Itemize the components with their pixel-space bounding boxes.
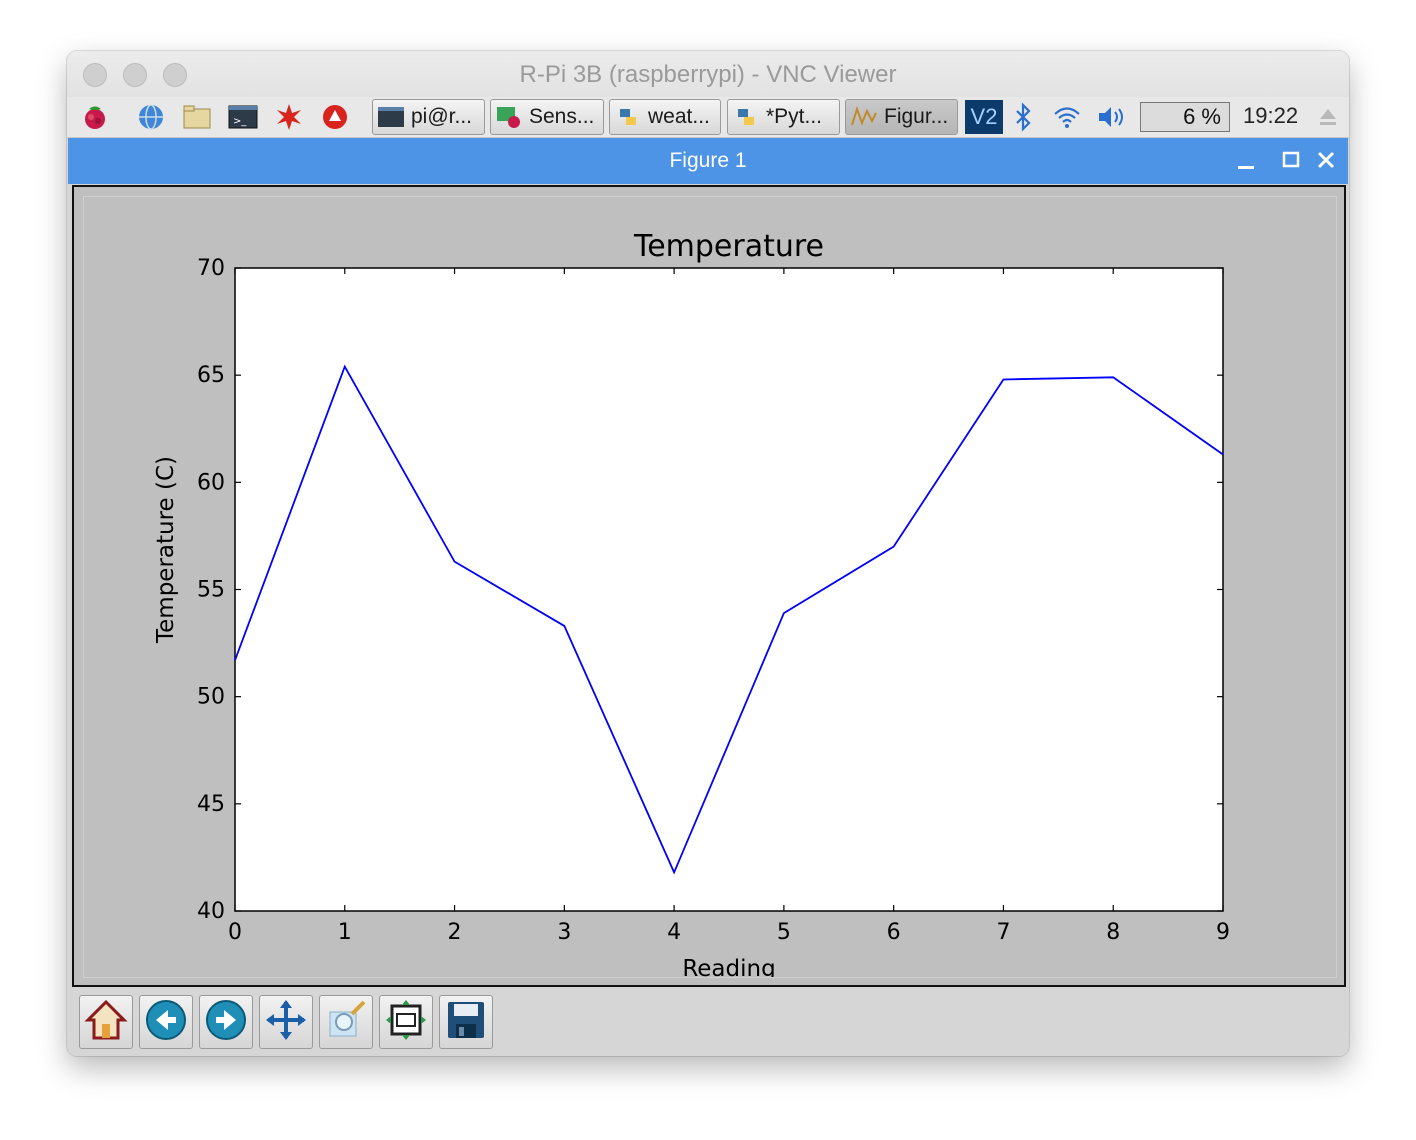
- y-tick-label: 60: [197, 470, 225, 495]
- y-axis-label: Temperature (C): [153, 456, 179, 644]
- web-browser-globe-icon[interactable]: [135, 101, 167, 133]
- cpu-usage-monitor[interactable]: 6 %: [1140, 102, 1230, 132]
- save-floppy-icon: [444, 998, 488, 1047]
- file-manager-folder-icon[interactable]: [181, 101, 213, 133]
- pan-button[interactable]: [259, 995, 313, 1049]
- eject-icon[interactable]: [1312, 101, 1344, 133]
- y-tick-label: 70: [197, 256, 225, 281]
- figure-window-titlebar[interactable]: Figure 1: [68, 138, 1348, 184]
- y-tick-label: 65: [197, 363, 225, 388]
- y-tick-label: 50: [197, 685, 225, 710]
- taskbar-task-terminal[interactable]: pi@r...: [372, 99, 485, 135]
- chart-title: Temperature: [633, 229, 824, 264]
- home-button[interactable]: [79, 995, 133, 1049]
- back-arrow-icon: [144, 998, 188, 1047]
- figure-canvas[interactable]: 0123456789 40 45 50 55 60 65 70 Temperature Re…: [83, 196, 1337, 982]
- figure-icon: [850, 104, 878, 130]
- python-icon: [732, 104, 760, 130]
- task-label: *Pyt...: [766, 105, 823, 128]
- taskbar-task-figure[interactable]: Figur...: [845, 99, 958, 135]
- home-icon: [84, 998, 128, 1047]
- y-tick-label: 55: [197, 578, 225, 603]
- vnc-window-title: R-Pi 3B (raspberrypi) - VNC Viewer: [519, 61, 897, 88]
- x-tick-label: 8: [1106, 920, 1120, 945]
- x-tick-label: 5: [777, 920, 791, 945]
- minimize-icon[interactable]: [1232, 146, 1260, 174]
- volume-speaker-icon[interactable]: [1095, 101, 1127, 133]
- zoom-to-rect-button[interactable]: [319, 995, 373, 1049]
- x-tick-label: 7: [996, 920, 1010, 945]
- forward-button[interactable]: [199, 995, 253, 1049]
- python-icon: [614, 104, 642, 130]
- maximize-icon[interactable]: [1277, 146, 1305, 174]
- vnc-server-icon[interactable]: V2: [965, 100, 1003, 134]
- figure-window-title: Figure 1: [669, 149, 747, 172]
- x-tick-label: 2: [448, 920, 462, 945]
- x-tick-label: 3: [557, 920, 571, 945]
- figure-canvas-frame: 0123456789 40 45 50 55 60 65 70 Temperature Re…: [72, 185, 1346, 987]
- forward-arrow-icon: [204, 998, 248, 1047]
- taskbar-task-python-shell[interactable]: *Pyt...: [727, 99, 840, 135]
- close-icon[interactable]: [1312, 146, 1340, 174]
- raspberry-menu-icon[interactable]: [79, 101, 111, 133]
- y-tick-label: 40: [197, 899, 225, 924]
- terminal-icon: [377, 104, 405, 130]
- zoom-rectangle-icon: [324, 998, 368, 1047]
- task-label: Figur...: [884, 105, 949, 128]
- clock[interactable]: 19:22: [1243, 103, 1298, 129]
- save-figure-button[interactable]: [439, 995, 493, 1049]
- x-tick-label: 6: [887, 920, 901, 945]
- mathematica-star-icon[interactable]: [273, 101, 305, 133]
- svg-text:>_: >_: [233, 116, 247, 127]
- wifi-icon[interactable]: [1051, 101, 1083, 133]
- vnc-titlebar[interactable]: R-Pi 3B (raspberrypi) - VNC Viewer: [67, 51, 1349, 98]
- taskbar-task-weather-script[interactable]: weat...: [609, 99, 721, 135]
- y-tick-labels: 40 45 50 55 60 65 70: [197, 256, 225, 924]
- taskbar-task-sense-hat[interactable]: Sens...: [490, 99, 604, 135]
- back-button[interactable]: [139, 995, 193, 1049]
- wolfram-icon[interactable]: [319, 101, 351, 133]
- x-tick-label: 0: [228, 920, 242, 945]
- y-tick-label: 45: [197, 792, 225, 817]
- matplotlib-navigation-toolbar: [67, 987, 1349, 1056]
- plot-area: [234, 267, 1224, 912]
- terminal-icon[interactable]: >_: [227, 101, 259, 133]
- x-tick-label: 9: [1216, 920, 1230, 945]
- pan-move-icon: [264, 998, 308, 1047]
- task-label: weat...: [648, 105, 710, 128]
- x-tick-label: 1: [338, 920, 352, 945]
- task-label: Sens...: [529, 105, 595, 128]
- raspberry-pi-taskbar: >_ pi@r... Sens... weat... *Pyt... Figur…: [67, 97, 1349, 138]
- sense-hat-icon: [495, 104, 523, 130]
- x-tick-label: 4: [667, 920, 681, 945]
- x-axis-label: Reading: [682, 956, 775, 977]
- x-tick-labels: 0 1 2 3 4 5 6 7 8 9: [228, 920, 1230, 945]
- bluetooth-icon[interactable]: [1007, 101, 1039, 133]
- temperature-line-chart: 0123456789 40455055606570 Temperature Re…: [153, 229, 1230, 982]
- task-label: pi@r...: [411, 105, 473, 128]
- configure-subplots-icon: [384, 998, 428, 1047]
- vnc-viewer-window: R-Pi 3B (raspberrypi) - VNC Viewer >_ pi…: [67, 51, 1349, 1056]
- configure-subplots-button[interactable]: [379, 995, 433, 1049]
